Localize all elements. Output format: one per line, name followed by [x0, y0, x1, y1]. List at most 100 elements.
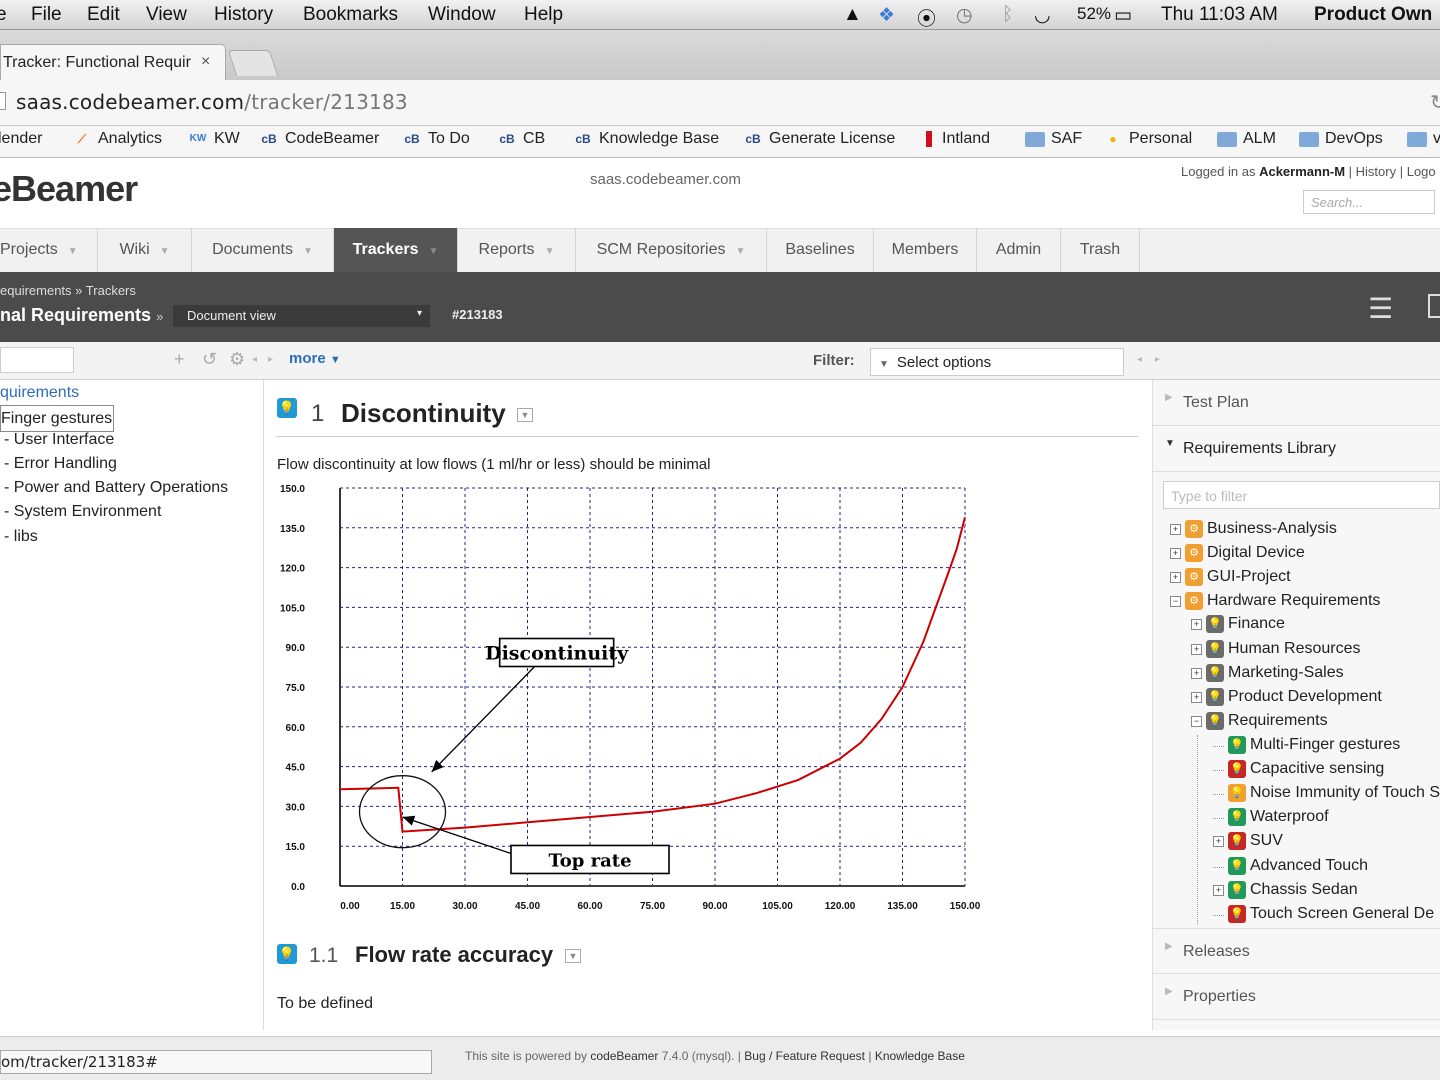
accordion-properties[interactable]: ▶ Properties: [1153, 974, 1440, 1020]
menu-edit[interactable]: Edit: [87, 4, 120, 26]
accordion-releases[interactable]: ▶ Releases: [1153, 928, 1440, 974]
library-item[interactable]: 💡 Multi-Finger gestures: [1213, 736, 1400, 754]
bookmark-analytics[interactable]: ⟋ Analytics: [72, 130, 162, 148]
codebeamer-logo[interactable]: eBeamer: [0, 168, 138, 210]
tab-documents[interactable]: Documents ▼: [192, 228, 334, 272]
time-machine-icon[interactable]: ◷: [956, 4, 973, 27]
library-item[interactable]: + 💡 Product Development: [1191, 688, 1382, 706]
expand-right-icon[interactable]: ▸: [268, 354, 273, 365]
tab-trackers[interactable]: Trackers ▼: [334, 228, 458, 272]
library-item[interactable]: + 💡 SUV: [1213, 832, 1283, 850]
section-menu-icon[interactable]: ▼: [565, 949, 581, 963]
expand-icon[interactable]: +: [1191, 691, 1202, 703]
tab-close-icon[interactable]: ×: [201, 53, 210, 71]
tab-trash[interactable]: Trash: [1061, 228, 1140, 272]
section-menu-icon[interactable]: ▼: [517, 408, 533, 422]
user-link[interactable]: Ackermann-M: [1259, 164, 1345, 179]
search-input[interactable]: Search...: [1303, 190, 1435, 214]
tree-root[interactable]: quirements: [0, 384, 79, 402]
user-menu[interactable]: Product Own: [1314, 4, 1432, 26]
bookmark-devops[interactable]: DevOps: [1299, 130, 1383, 148]
export-icon[interactable]: [1428, 294, 1440, 318]
tree-item[interactable]: - System Environment: [4, 503, 161, 521]
library-item[interactable]: + 💡 Finance: [1191, 615, 1285, 633]
tree-filter-input[interactable]: [0, 347, 74, 373]
bookmark-intland[interactable]: Intland: [922, 130, 990, 148]
accordion-test-plan[interactable]: ▶ Test Plan: [1153, 380, 1440, 426]
expand-icon[interactable]: +: [1170, 547, 1181, 559]
dropbox-icon[interactable]: ❖: [878, 4, 895, 27]
record-icon[interactable]: ⦿: [917, 4, 936, 31]
tree-item[interactable]: - libs: [4, 528, 38, 546]
battery-icon[interactable]: ▭: [1114, 4, 1132, 27]
new-tab-button[interactable]: [227, 50, 279, 76]
tree-item[interactable]: - User Interface: [4, 431, 114, 449]
tab-reports[interactable]: Reports ▼: [458, 228, 576, 272]
reload-icon[interactable]: ↻: [1430, 90, 1440, 115]
view-select[interactable]: Document view ▾: [173, 305, 430, 327]
filter-select[interactable]: ▼ Select options: [870, 348, 1124, 376]
bookmark-todo[interactable]: cB To Do: [402, 130, 469, 148]
section-title[interactable]: Flow rate accuracy: [355, 942, 553, 968]
expand-icon[interactable]: +: [1191, 618, 1202, 630]
drive-icon[interactable]: ▲: [843, 4, 862, 26]
library-item[interactable]: + ⚙ Digital Device: [1170, 544, 1305, 562]
bookmark-alm[interactable]: ALM: [1217, 130, 1276, 148]
bug-report-link[interactable]: Bug / Feature Request: [744, 1049, 865, 1063]
bookmark-generate-license[interactable]: cB Generate License: [743, 130, 895, 148]
footer-brand-link[interactable]: codeBeamer: [590, 1049, 658, 1063]
url-field[interactable]: saas.codebeamer.com/tracker/213183: [16, 90, 408, 114]
list-view-icon[interactable]: ☰: [1368, 292, 1393, 325]
library-item[interactable]: − 💡 Requirements: [1191, 712, 1328, 730]
library-item[interactable]: 💡 Touch Screen General De: [1213, 905, 1434, 923]
bookmark-cb[interactable]: cB CB: [497, 130, 545, 148]
bookmark-knowledge-base[interactable]: cB Knowledge Base: [573, 130, 719, 148]
logout-link[interactable]: Logo: [1407, 164, 1436, 179]
bookmark-kw[interactable]: KW KW: [188, 130, 240, 148]
bluetooth-icon[interactable]: ᛒ: [1002, 4, 1013, 26]
menu-history[interactable]: History: [214, 4, 273, 26]
collapse-left-icon[interactable]: ◂: [252, 354, 257, 365]
breadcrumb-requirements[interactable]: equirements: [0, 283, 72, 298]
expand-icon[interactable]: +: [1170, 571, 1181, 583]
library-item[interactable]: 💡 Advanced Touch: [1213, 857, 1368, 875]
library-item[interactable]: + 💡 Chassis Sedan: [1213, 881, 1358, 899]
tree-item[interactable]: - Error Handling: [4, 455, 117, 473]
add-icon[interactable]: +: [174, 349, 185, 370]
tab-wiki[interactable]: Wiki ▼: [98, 228, 192, 272]
collapse-left-icon[interactable]: ◂: [1137, 354, 1142, 365]
expand-icon[interactable]: +: [1170, 523, 1181, 535]
library-item[interactable]: 💡 Capacitive sensing: [1213, 760, 1384, 778]
library-item[interactable]: − ⚙ Hardware Requirements: [1170, 592, 1380, 610]
collapse-icon[interactable]: −: [1191, 715, 1202, 727]
more-menu[interactable]: more ▼: [289, 350, 341, 367]
tab-scm-repositories[interactable]: SCM Repositories ▼: [576, 228, 767, 272]
breadcrumb-trackers[interactable]: Trackers: [86, 283, 136, 298]
bookmark-saf[interactable]: SAF: [1025, 130, 1082, 148]
menu-bookmarks[interactable]: Bookmarks: [303, 4, 398, 26]
wifi-icon[interactable]: ◡: [1034, 4, 1051, 27]
history-link[interactable]: History: [1356, 164, 1396, 179]
library-item[interactable]: 💡 Waterproof: [1213, 808, 1329, 826]
bookmark-calendar[interactable]: lender: [0, 130, 42, 148]
section-title[interactable]: Discontinuity: [341, 398, 506, 429]
expand-icon[interactable]: +: [1213, 835, 1224, 847]
expand-icon[interactable]: +: [1191, 667, 1202, 679]
library-filter-input[interactable]: Type to filter: [1163, 481, 1440, 509]
menu-help[interactable]: Help: [524, 4, 563, 26]
collapse-icon[interactable]: −: [1170, 595, 1181, 607]
bookmark-codebeamer[interactable]: cB CodeBeamer: [259, 130, 379, 148]
tab-baselines[interactable]: Baselines: [767, 228, 874, 272]
tree-item[interactable]: - Power and Battery Operations: [4, 479, 228, 497]
accordion-requirements-library[interactable]: ▼ Requirements Library: [1153, 426, 1440, 472]
expand-icon[interactable]: +: [1191, 643, 1202, 655]
bookmark-more[interactable]: v: [1407, 130, 1440, 148]
library-item[interactable]: + ⚙ Business-Analysis: [1170, 520, 1337, 538]
menu-app[interactable]: e: [0, 4, 7, 26]
bookmark-personal[interactable]: ● Personal: [1103, 130, 1192, 148]
menu-window[interactable]: Window: [428, 4, 496, 26]
clock[interactable]: Thu 11:03 AM: [1161, 4, 1278, 26]
tab-members[interactable]: Members: [874, 228, 977, 272]
history-icon[interactable]: ↺: [202, 349, 217, 370]
browser-tab-active[interactable]: Tracker: Functional Requir ×: [0, 44, 226, 80]
